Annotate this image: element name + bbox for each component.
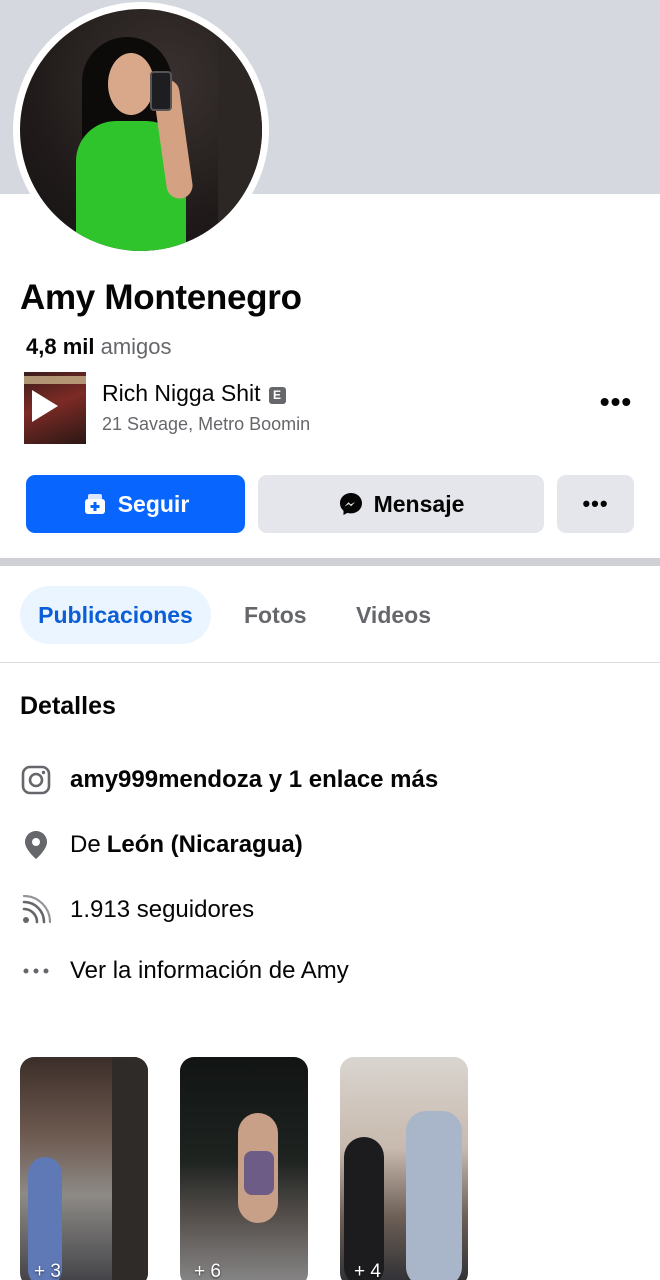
detail-location: De León (Nicaragua): [20, 827, 303, 863]
details-title: Detalles: [20, 692, 116, 720]
section-divider: [0, 558, 660, 566]
photo-figure: [344, 1137, 384, 1280]
photo-figure: [244, 1151, 274, 1195]
follow-icon: [82, 491, 108, 517]
location-prefix: De: [70, 831, 101, 858]
follow-label: Seguir: [117, 490, 190, 517]
featured-photo-2[interactable]: + 6: [180, 1057, 308, 1280]
profile-avatar[interactable]: [20, 9, 262, 251]
play-icon[interactable]: [32, 390, 58, 422]
friends-count-label: amigos: [100, 334, 172, 359]
photo-count: + 6: [194, 1261, 221, 1280]
song-more-button[interactable]: •••: [596, 388, 636, 422]
location-value: León (Nicaragua): [106, 831, 303, 858]
photo-count: + 4: [354, 1261, 381, 1280]
explicit-badge: E: [268, 387, 286, 404]
followers-text: 1.913 seguidores: [70, 896, 255, 923]
tab-fotos[interactable]: Fotos: [244, 586, 307, 644]
follow-button[interactable]: Seguir: [26, 475, 245, 533]
avatar-background-door: [218, 9, 262, 251]
profile-name: Amy Montenegro: [20, 278, 302, 317]
album-art-band: [24, 376, 86, 384]
featured-photo-3[interactable]: + 4: [340, 1057, 468, 1280]
tab-publicaciones[interactable]: Publicaciones: [20, 586, 211, 644]
friends-count-value: 4,8 mil: [26, 334, 95, 359]
message-button[interactable]: Mensaje: [258, 475, 544, 533]
detail-instagram[interactable]: amy999mendoza y 1 enlace más: [20, 762, 438, 798]
ellipsis-icon: [20, 955, 52, 987]
album-art[interactable]: [24, 372, 86, 444]
song-artists: 21 Savage, Metro Boomin: [102, 414, 311, 434]
instagram-link-text: amy999mendoza y 1 enlace más: [70, 766, 439, 793]
photo-count: + 3: [34, 1261, 61, 1280]
featured-photo-1[interactable]: + 3: [20, 1057, 148, 1280]
friends-count[interactable]: 4,8 mil amigos: [26, 334, 172, 360]
detail-more-info[interactable]: Ver la información de Amy: [20, 953, 349, 989]
avatar-face: [108, 53, 154, 115]
song-title: Rich Nigga Shit E: [102, 380, 286, 407]
feed-icon: [20, 894, 52, 926]
photo-figure: [112, 1057, 148, 1280]
detail-followers[interactable]: 1.913 seguidores: [20, 892, 254, 928]
message-label: Mensaje: [373, 490, 465, 517]
messenger-icon: [338, 491, 364, 517]
tabs-divider: [0, 662, 660, 663]
tab-videos[interactable]: Videos: [356, 586, 431, 644]
profile-tabs: Publicaciones Fotos Videos: [0, 586, 660, 644]
song-title-text: Rich Nigga Shit: [102, 380, 261, 406]
profile-song[interactable]: Rich Nigga Shit E 21 Savage, Metro Boomin…: [24, 372, 636, 444]
more-info-text: Ver la información de Amy: [70, 957, 349, 984]
photo-figure: [406, 1111, 462, 1280]
more-actions-button[interactable]: •••: [557, 475, 634, 533]
avatar-phone: [150, 71, 172, 111]
location-pin-icon: [20, 829, 52, 861]
instagram-icon: [20, 764, 52, 796]
